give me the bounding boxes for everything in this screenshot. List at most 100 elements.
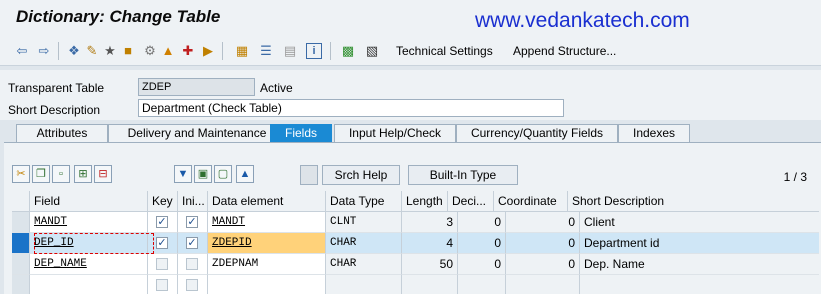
table-row[interactable]: DEP_NAME ZDEPNAM CHAR 50 0 0 Dep. Name [12,254,819,275]
toolbar-separator [58,42,59,60]
initial-values-checkbox[interactable]: ✓ [186,237,198,249]
short-description-label: Short Description [8,103,101,117]
tab-input-help-check[interactable]: Input Help/Check [334,124,456,142]
cut-row-icon[interactable]: ✂ [12,165,30,183]
where-used-icon[interactable]: ⚙ [142,43,158,59]
initial-values-checkbox[interactable] [186,279,198,291]
object-list-icon[interactable]: ✚ [180,43,196,59]
row-selector[interactable] [12,233,30,254]
field-name-cell[interactable]: DEP_NAME [30,254,148,275]
data-type-cell [326,275,402,294]
grid-icon[interactable]: ▧ [364,43,380,59]
key-checkbox[interactable]: ✓ [156,216,168,228]
initial-values-checkbox[interactable] [186,258,198,270]
graphic-icon[interactable]: ▩ [340,43,356,59]
column-header-short-description[interactable]: Short Description [568,191,819,212]
short-description-input[interactable]: Department (Check Table) [138,99,564,117]
application-toolbar: ⇦ ⇨ ❖ ✎ ★ ■ ⚙ ▲ ✚ ▶ ▦ ☰ ▤ i ▩ ▧ Technica… [0,36,821,66]
sort-up-icon[interactable]: ▲ [236,165,254,183]
field-name-cell[interactable]: MANDT [30,212,148,233]
coordinate-cell [506,275,580,294]
data-type-cell: CLNT [326,212,402,233]
column-header-length[interactable]: Length [402,191,448,212]
table-row-empty[interactable] [12,275,819,294]
info-icon[interactable]: i [306,43,322,59]
forward-icon[interactable]: ⇨ [36,43,52,59]
key-checkbox[interactable] [156,279,168,291]
layout-icon[interactable]: ▦ [234,43,250,59]
table-status: Active [260,81,293,95]
initial-cell: ✓ [178,233,208,254]
activate-icon[interactable]: ★ [102,43,118,59]
short-description-cell: Department id [580,233,819,254]
data-element-cell[interactable]: ZDEPID [208,233,326,254]
other-object-icon[interactable]: ❖ [66,43,82,59]
column-header-data-element[interactable]: Data element [208,191,326,212]
short-description-cell: Client [580,212,819,233]
column-header-data-type[interactable]: Data Type [326,191,402,212]
row-selector[interactable] [12,212,30,233]
length-cell: 50 [402,254,458,275]
table-name-field: ZDEP [138,78,255,96]
select-all-icon[interactable]: ▣ [194,165,212,183]
paste-row-icon[interactable]: ▫ [52,165,70,183]
hierarchy-icon[interactable]: ▶ [200,43,216,59]
decimals-cell: 0 [458,212,506,233]
row-selector[interactable] [12,275,30,294]
column-header-initial[interactable]: Ini... [178,191,208,212]
builtin-type-button[interactable]: Built-In Type [408,165,518,185]
button-separator [300,165,318,185]
sort-down-icon[interactable]: ▼ [174,165,192,183]
delete-row-icon[interactable]: ⊟ [94,165,112,183]
data-element-cell[interactable] [208,275,326,294]
coordinate-cell: 0 [506,212,580,233]
toolbar-separator [330,42,331,60]
decimals-cell [458,275,506,294]
field-name-cell[interactable]: DEP_ID [30,233,148,254]
column-header-coordinate[interactable]: Coordinate [494,191,568,212]
check-icon[interactable]: ■ [120,43,136,59]
window-title: Dictionary: Change Table [16,7,221,26]
tab-indexes[interactable]: Indexes [618,124,690,142]
tab-delivery-maintenance[interactable]: Delivery and Maintenance [108,124,286,142]
key-checkbox[interactable]: ✓ [156,237,168,249]
table-row[interactable]: MANDT ✓ ✓ MANDT CLNT 3 0 0 Client [12,212,819,233]
deselect-all-icon[interactable]: ▢ [214,165,232,183]
copy-row-icon[interactable]: ❐ [32,165,50,183]
tab-fields[interactable]: Fields [270,124,332,142]
column-header-field[interactable]: Field [30,191,148,212]
data-type-cell: CHAR [326,233,402,254]
back-icon[interactable]: ⇦ [14,43,30,59]
column-header-key[interactable]: Key [148,191,178,212]
navigation-icon[interactable]: ▲ [160,43,176,59]
table-contents-icon[interactable]: ▤ [282,43,298,59]
column-header-decimals[interactable]: Deci... [448,191,494,212]
tree-icon[interactable]: ☰ [258,43,274,59]
append-structure-button[interactable]: Append Structure... [513,44,616,58]
data-element-cell[interactable]: ZDEPNAM [208,254,326,275]
data-element-cell[interactable]: MANDT [208,212,326,233]
length-cell: 4 [402,233,458,254]
field-name-cell[interactable] [30,275,148,294]
key-checkbox[interactable] [156,258,168,270]
title-bar: Dictionary: Change Table www.vedankatech… [0,0,821,36]
tab-currency-quantity-fields[interactable]: Currency/Quantity Fields [456,124,618,142]
coordinate-cell: 0 [506,233,580,254]
technical-settings-button[interactable]: Technical Settings [396,44,493,58]
data-type-cell: CHAR [326,254,402,275]
page-indicator: 1 / 3 [783,170,807,184]
initial-cell [178,254,208,275]
toolbar-separator [222,42,223,60]
initial-values-checkbox[interactable]: ✓ [186,216,198,228]
key-cell: ✓ [148,212,178,233]
display-change-icon[interactable]: ✎ [84,43,100,59]
initial-cell: ✓ [178,212,208,233]
key-cell [148,254,178,275]
table-row[interactable]: DEP_ID ✓ ✓ ZDEPID CHAR 4 0 0 Department … [12,233,819,254]
search-help-button[interactable]: Srch Help [322,165,400,185]
tab-attributes[interactable]: Attributes [16,124,108,142]
insert-row-icon[interactable]: ⊞ [74,165,92,183]
row-selector[interactable] [12,254,30,275]
table-header-form: Transparent Table ZDEP Active Short Desc… [0,70,821,120]
select-all-corner[interactable] [12,191,30,212]
